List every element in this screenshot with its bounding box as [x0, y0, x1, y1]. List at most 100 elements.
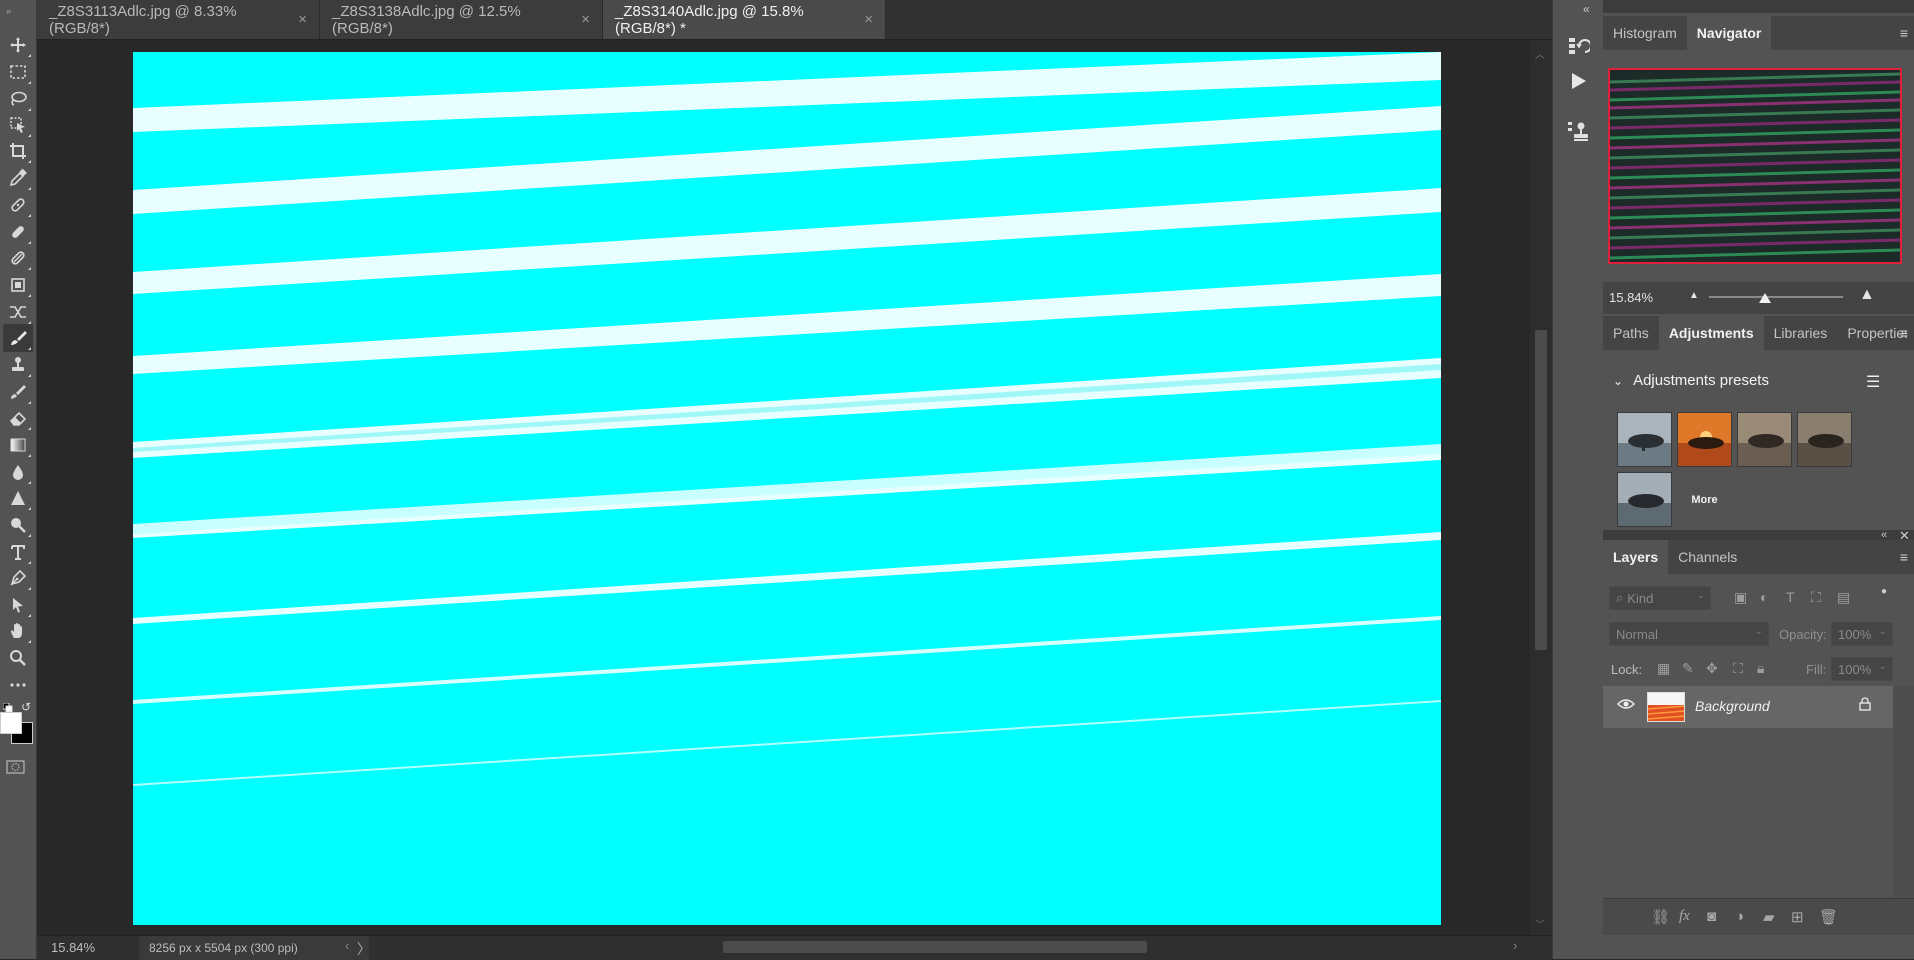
- play-icon[interactable]: [1559, 64, 1597, 98]
- navigator-preview[interactable]: [1608, 68, 1902, 264]
- layer-filter-dropdown[interactable]: ⌕ Kind ⌄: [1609, 586, 1711, 610]
- link-layers-icon[interactable]: ⛓: [1651, 908, 1670, 926]
- navigator-zoom-value[interactable]: 15.84%: [1609, 290, 1653, 305]
- adjustments-presets-header[interactable]: ⌄ Adjustments presets: [1613, 372, 1769, 389]
- quick-mask-icon[interactable]: [6, 760, 26, 774]
- tab-properties[interactable]: Properties: [1837, 316, 1907, 350]
- foreground-color-swatch[interactable]: [0, 712, 22, 734]
- close-icon[interactable]: ×: [864, 11, 873, 28]
- preset-thumbnail[interactable]: [1617, 472, 1672, 527]
- fx-icon[interactable]: fx: [1679, 908, 1690, 925]
- preset-thumbnail[interactable]: [1677, 412, 1732, 467]
- zoom-level[interactable]: 15.84%: [51, 940, 95, 955]
- visibility-eye-icon[interactable]: [1617, 697, 1635, 716]
- horizontal-scrollbar[interactable]: ‹ ›: [345, 938, 1525, 956]
- filter-smart-object-icon[interactable]: ▤: [1837, 589, 1850, 606]
- pen-tool-icon[interactable]: [3, 564, 33, 592]
- list-view-icon[interactable]: ☰: [1866, 372, 1880, 392]
- adjustment-layer-icon[interactable]: ◑: [1735, 908, 1744, 925]
- preset-thumbnail[interactable]: [1617, 412, 1672, 467]
- zoom-tool-icon[interactable]: [3, 644, 33, 672]
- tab-document-1[interactable]: _Z8S3113Adlc.jpg @ 8.33% (RGB/8*) ×: [37, 0, 320, 39]
- preset-thumbnail[interactable]: [1737, 412, 1792, 467]
- scroll-up-icon[interactable]: ︿: [1535, 46, 1545, 61]
- new-layer-icon[interactable]: ⊞: [1791, 908, 1804, 926]
- lock-position-icon[interactable]: ✥: [1706, 660, 1718, 677]
- hand-tool-icon[interactable]: [3, 617, 33, 645]
- remix-tool-icon[interactable]: [3, 298, 33, 326]
- content-aware-tool-icon[interactable]: [3, 271, 33, 299]
- tab-navigator[interactable]: Navigator: [1686, 16, 1772, 50]
- layer-name[interactable]: Background: [1695, 698, 1770, 714]
- spot-healing-tool-icon[interactable]: [3, 191, 33, 219]
- opacity-field[interactable]: 100% ⌄: [1831, 622, 1893, 646]
- lasso-tool-icon[interactable]: [3, 85, 33, 113]
- panel-menu-icon[interactable]: ≡: [1900, 325, 1908, 341]
- blend-mode-dropdown[interactable]: Normal ⌄: [1609, 622, 1769, 646]
- delete-layer-icon[interactable]: 🗑︎: [1819, 908, 1838, 926]
- filter-type-icon[interactable]: T: [1786, 589, 1795, 605]
- patch-tool-icon[interactable]: [3, 244, 33, 272]
- filter-toggle-icon[interactable]: ●: [1881, 586, 1887, 597]
- marquee-tool-icon[interactable]: [3, 58, 33, 86]
- lock-transparency-icon[interactable]: ▦: [1657, 660, 1670, 677]
- tab-layers[interactable]: Layers: [1603, 540, 1669, 574]
- tab-histogram[interactable]: Histogram: [1603, 16, 1687, 50]
- swap-colors-icon[interactable]: ↺: [21, 700, 31, 714]
- tab-adjustments[interactable]: Adjustments: [1658, 316, 1764, 350]
- layers-scroll-track[interactable]: [1893, 686, 1914, 898]
- tab-document-3[interactable]: _Z8S3140Adlc.jpg @ 15.8% (RGB/8*) * ×: [603, 0, 886, 39]
- filter-pixel-icon[interactable]: ▣: [1734, 589, 1747, 606]
- sharpen-tool-icon[interactable]: [3, 484, 33, 512]
- vertical-scrollbar[interactable]: ︿ ﹀: [1530, 40, 1552, 935]
- image-canvas[interactable]: [133, 52, 1441, 925]
- panel-grip[interactable]: »: [6, 6, 11, 16]
- dodge-tool-icon[interactable]: [3, 511, 33, 539]
- filter-adjustment-icon[interactable]: ◐: [1760, 589, 1768, 605]
- layer-thumbnail[interactable]: [1647, 692, 1685, 722]
- history-icon[interactable]: [1559, 29, 1597, 63]
- default-colors-icon[interactable]: [2, 700, 13, 713]
- more-tools-icon[interactable]: [3, 671, 33, 699]
- lock-icon[interactable]: [1859, 697, 1871, 716]
- history-brush-tool-icon[interactable]: [3, 378, 33, 406]
- new-group-icon[interactable]: ▰: [1763, 908, 1775, 926]
- zoom-out-icon[interactable]: ▲: [1689, 290, 1699, 301]
- lock-all-icon[interactable]: 🔒︎: [1757, 660, 1764, 677]
- lock-artboard-icon[interactable]: ⛶: [1733, 660, 1743, 677]
- slider-knob[interactable]: [1759, 293, 1772, 303]
- scroll-down-icon[interactable]: ﹀: [1535, 916, 1545, 931]
- scrollbar-thumb[interactable]: [723, 941, 1147, 953]
- scrollbar-thumb[interactable]: [1535, 330, 1547, 650]
- fill-field[interactable]: 100% ⌄: [1831, 657, 1893, 681]
- tab-document-2[interactable]: _Z8S3138Adlc.jpg @ 12.5% (RGB/8*) ×: [320, 0, 603, 39]
- tab-libraries[interactable]: Libraries: [1764, 316, 1838, 350]
- eraser-tool-icon[interactable]: [3, 404, 33, 432]
- gradient-tool-icon[interactable]: [3, 431, 33, 459]
- panel-menu-icon[interactable]: ≡: [1900, 25, 1908, 41]
- healing-brush-tool-icon[interactable]: [3, 218, 33, 246]
- scroll-left-icon[interactable]: ‹: [345, 938, 349, 953]
- lock-pixels-icon[interactable]: ✎: [1682, 660, 1694, 677]
- zoom-in-icon[interactable]: ▲: [1859, 286, 1875, 304]
- navigator-zoom-slider[interactable]: ▲ ▲: [1689, 286, 1879, 304]
- add-mask-icon[interactable]: ◙: [1707, 908, 1716, 925]
- chevron-down-icon[interactable]: ⌄: [1613, 374, 1623, 388]
- more-presets-button[interactable]: More: [1677, 472, 1732, 527]
- crop-tool-icon[interactable]: [3, 137, 33, 165]
- scroll-right-icon[interactable]: ›: [1513, 938, 1517, 953]
- tab-channels[interactable]: Channels: [1668, 540, 1747, 574]
- clone-source-icon[interactable]: [1559, 114, 1597, 148]
- object-select-tool-icon[interactable]: [3, 111, 33, 139]
- type-tool-icon[interactable]: [3, 538, 33, 566]
- close-icon[interactable]: ×: [581, 11, 590, 28]
- tab-paths[interactable]: Paths: [1603, 316, 1659, 350]
- preset-thumbnail[interactable]: [1797, 412, 1852, 467]
- move-tool-icon[interactable]: [3, 31, 33, 59]
- eyedropper-tool-icon[interactable]: [3, 164, 33, 192]
- collapse-icon[interactable]: «: [1583, 2, 1590, 16]
- path-select-tool-icon[interactable]: [3, 591, 33, 619]
- brush-tool-icon[interactable]: [3, 324, 33, 352]
- panel-menu-icon[interactable]: ≡: [1900, 549, 1908, 565]
- layer-row[interactable]: Background: [1603, 686, 1893, 728]
